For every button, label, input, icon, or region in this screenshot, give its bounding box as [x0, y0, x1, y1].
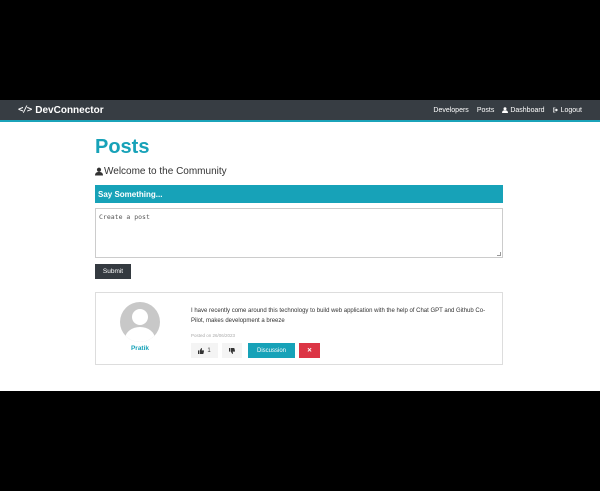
- resize-handle[interactable]: [497, 252, 501, 256]
- nav-link-dashboard-label: Dashboard: [510, 106, 545, 114]
- page-title: Posts: [95, 136, 150, 158]
- nav-link-developers[interactable]: Developers: [433, 107, 468, 114]
- avatar-head: [132, 309, 148, 325]
- like-count: 1: [207, 347, 211, 354]
- brand-link[interactable]: </> DevConnector: [18, 105, 104, 116]
- like-button[interactable]: 1: [191, 343, 218, 358]
- user-icon: [502, 107, 509, 113]
- code-icon: </>: [18, 105, 32, 115]
- nav-link-logout-label: Logout: [560, 106, 582, 114]
- times-icon: ✕: [306, 348, 313, 354]
- main-container: Posts Welcome to the Community Say Somet…: [95, 136, 503, 365]
- page: </> DevConnector Developers Posts Dashbo…: [0, 100, 600, 391]
- post-form-header: Say Something...: [95, 185, 503, 203]
- thumbs-down-icon: [229, 347, 235, 354]
- user-icon: [95, 167, 103, 176]
- navbar: </> DevConnector Developers Posts Dashbo…: [0, 100, 600, 122]
- nav-link-posts[interactable]: Posts: [477, 107, 495, 114]
- thumbs-up-icon: [198, 347, 205, 354]
- submit-button[interactable]: Submit: [95, 264, 131, 279]
- avatar-body: [125, 327, 155, 342]
- post-item: Pratik I have recently come around this …: [95, 292, 503, 365]
- post-author[interactable]: Pratik: [96, 345, 184, 352]
- post-textarea[interactable]: Create a post: [95, 208, 503, 258]
- nav-link-logout[interactable]: Logout: [552, 106, 582, 114]
- post-actions: 1 Discussion ✕: [191, 343, 320, 358]
- post-date: Posted on 26/06/2023: [191, 333, 236, 338]
- unlike-button[interactable]: [222, 343, 242, 358]
- discussion-button[interactable]: Discussion: [248, 343, 295, 358]
- sign-out-icon: [552, 107, 558, 113]
- post-textarea-placeholder: Create a post: [99, 213, 150, 221]
- welcome-text: Welcome to the Community: [95, 166, 503, 177]
- welcome-label: Welcome to the Community: [104, 166, 227, 177]
- brand-label: DevConnector: [35, 104, 104, 116]
- avatar[interactable]: [120, 302, 160, 342]
- post-text: I have recently come around this technol…: [191, 308, 486, 324]
- nav-links: Developers Posts Dashboard Logout: [433, 107, 582, 114]
- delete-button[interactable]: ✕: [299, 343, 320, 358]
- nav-link-dashboard[interactable]: Dashboard: [502, 106, 545, 114]
